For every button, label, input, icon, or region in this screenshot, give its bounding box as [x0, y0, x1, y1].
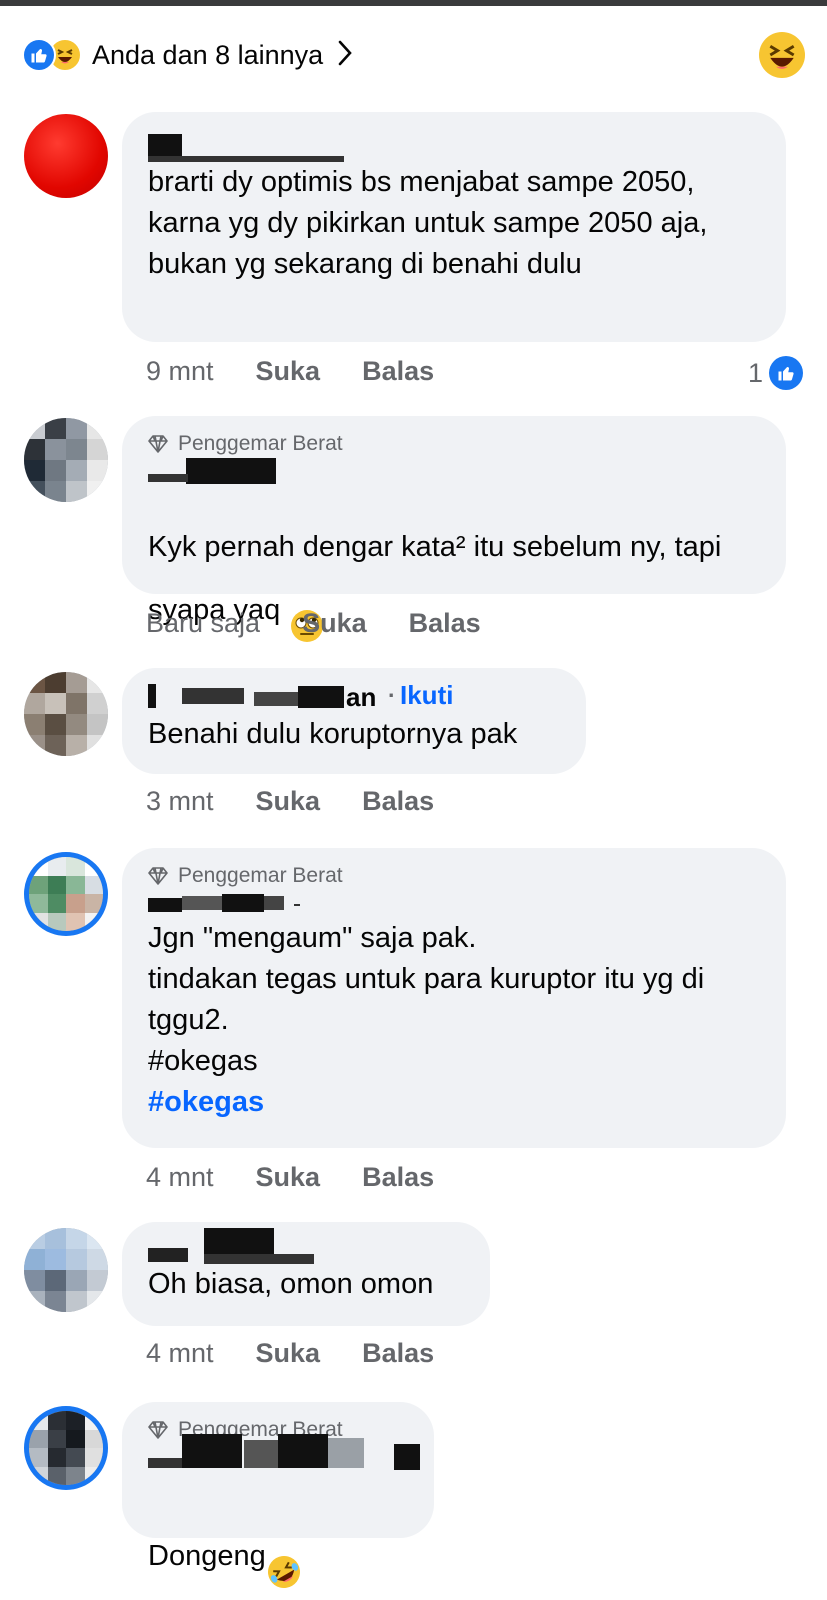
comment-bubble[interactable]: Penggemar Berat Kyk pernah dengar kata² … [122, 416, 786, 642]
diamond-icon [148, 1421, 168, 1439]
hashtag-link[interactable]: #okegas [148, 1082, 760, 1123]
author-name-visible: an [346, 682, 377, 712]
avatar[interactable] [24, 852, 108, 936]
like-icon [22, 38, 56, 72]
top-fan-badge: Penggemar Berat [148, 862, 760, 890]
reply-button[interactable]: Balas [362, 786, 434, 817]
add-reaction-haha-icon[interactable] [759, 32, 805, 78]
comment-text: Dongeng [148, 1472, 408, 1600]
comment-time[interactable]: 3 mnt [146, 786, 214, 817]
author-name-redacted[interactable] [148, 1434, 420, 1472]
comment-bubble[interactable]: an · Ikuti Benahi dulu koruptornya pak [122, 668, 586, 774]
comment-bubble[interactable]: Penggemar Berat Jgn "mengaum" saja pak. … [122, 848, 786, 1148]
comment-actions: 3 mnt Suka Balas [146, 786, 476, 817]
rolling-on-floor-laughing-icon [266, 1513, 302, 1600]
comment-bubble[interactable]: brarti dy optimis bs menjabat sampe 2050… [122, 112, 786, 342]
top-fan-badge: Penggemar Berat [148, 430, 760, 458]
comment-bubble[interactable]: Penggemar Berat Dongeng [122, 1402, 434, 1588]
author-name-redacted[interactable] [148, 458, 760, 486]
comment-actions: 4 mnt Suka Balas [146, 1338, 476, 1369]
reply-button[interactable]: Balas [362, 356, 434, 387]
badge-label: Penggemar Berat [178, 432, 343, 455]
comment-time[interactable]: 4 mnt [146, 1162, 214, 1193]
like-button[interactable]: Suka [256, 1162, 321, 1193]
comment-time[interactable]: Baru saja [146, 608, 260, 639]
like-button[interactable]: Suka [256, 1338, 321, 1369]
like-button[interactable]: Suka [256, 786, 321, 817]
reply-button[interactable]: Balas [362, 1162, 434, 1193]
like-button[interactable]: Suka [302, 608, 367, 639]
like-icon [769, 356, 803, 390]
top-edge [0, 0, 827, 6]
comment-text: brarti dy optimis bs menjabat sampe 2050… [148, 166, 708, 280]
comment-actions: 9 mnt Suka Balas [146, 356, 476, 387]
comment-actions: Baru saja Suka Balas [146, 608, 523, 639]
author-name-redacted[interactable] [148, 890, 760, 918]
comment-time[interactable]: 4 mnt [146, 1338, 214, 1369]
like-button[interactable]: Suka [256, 356, 321, 387]
chevron-right-icon[interactable] [337, 39, 353, 72]
like-count-number: 1 [747, 357, 763, 388]
author-name[interactable]: an · Ikuti [148, 680, 560, 714]
reply-button[interactable]: Balas [362, 1338, 434, 1369]
comment-text: Jgn "mengaum" saja pak. tindakan tegas u… [148, 922, 705, 1077]
reaction-icons [22, 38, 82, 72]
comment-actions: 4 mnt Suka Balas [146, 1162, 476, 1193]
badge-label: Penggemar Berat [178, 864, 343, 887]
comment-bubble[interactable]: Oh biasa, omon omon [122, 1222, 490, 1326]
avatar[interactable] [24, 1406, 108, 1490]
avatar[interactable] [24, 418, 108, 502]
avatar[interactable] [24, 672, 108, 756]
separator-dot: · [388, 682, 396, 708]
avatar[interactable] [24, 1228, 108, 1312]
reply-button[interactable]: Balas [409, 608, 481, 639]
diamond-icon [148, 867, 168, 885]
author-name-redacted[interactable] [148, 1228, 464, 1264]
reactions-summary-label[interactable]: Anda dan 8 lainnya [92, 40, 323, 71]
diamond-icon [148, 435, 168, 453]
comment-text: Oh biasa, omon omon [148, 1268, 434, 1300]
comment-like-count[interactable]: 1 [748, 356, 803, 390]
comment-text: Benahi dulu koruptornya pak [148, 718, 518, 750]
reactions-summary[interactable]: Anda dan 8 lainnya [22, 32, 805, 78]
follow-button[interactable]: Ikuti [400, 680, 453, 711]
author-name-redacted[interactable] [148, 126, 760, 162]
avatar[interactable] [24, 114, 108, 198]
comment-time[interactable]: 9 mnt [146, 356, 214, 387]
